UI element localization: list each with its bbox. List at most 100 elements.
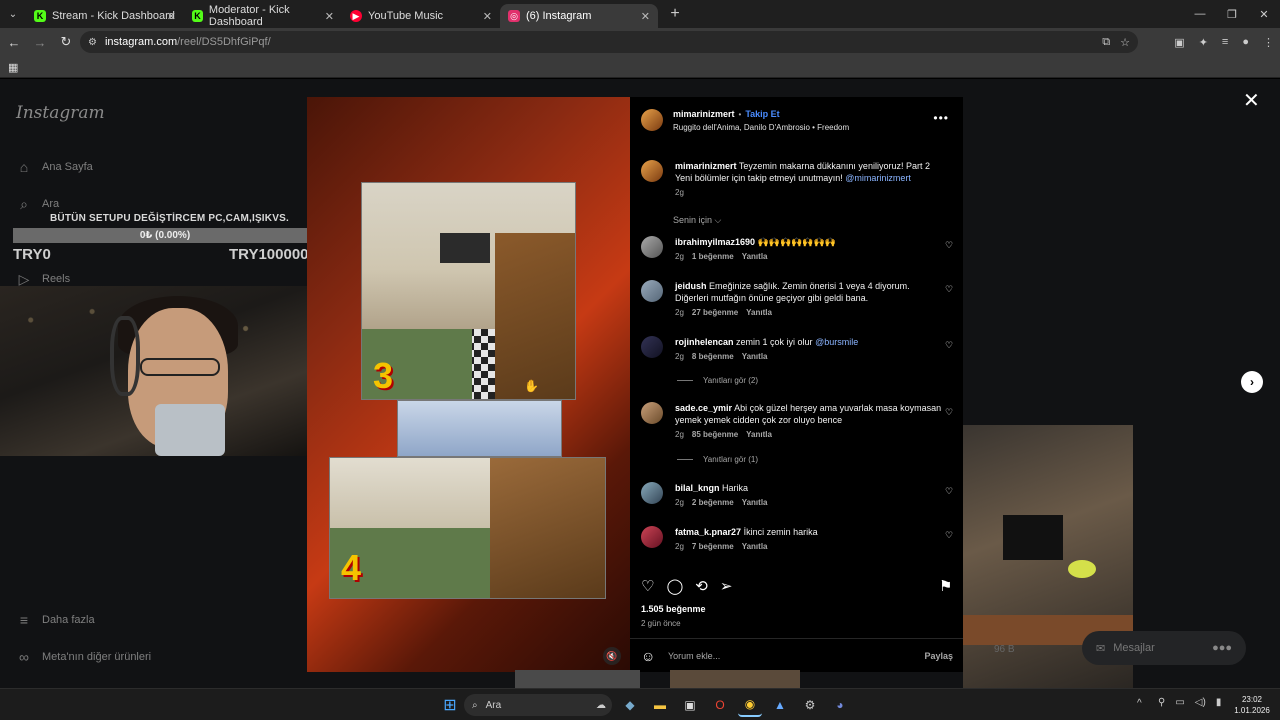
- commenter-avatar[interactable]: [641, 402, 663, 424]
- commenter-avatar[interactable]: [641, 482, 663, 504]
- sidebar-item-meta[interactable]: ∞ Meta'nın diğer ürünleri: [16, 649, 151, 665]
- comment-username[interactable]: jeidush: [675, 281, 707, 291]
- file-explorer-icon[interactable]: ▬: [648, 693, 672, 717]
- back-icon[interactable]: ←: [2, 30, 26, 54]
- instagram-logo[interactable]: Instagram: [16, 103, 105, 123]
- reload-icon[interactable]: ↻: [54, 30, 78, 54]
- emoji-icon[interactable]: ☺: [641, 648, 655, 664]
- discord-icon[interactable]: ◕: [828, 693, 852, 717]
- like-count[interactable]: 1.505 beğenme: [641, 604, 706, 614]
- follow-button[interactable]: Takip Et: [745, 109, 779, 119]
- show-hidden-icons[interactable]: ^: [1137, 698, 1142, 709]
- extensions-icon[interactable]: ✦: [1199, 36, 1208, 49]
- view-replies-button[interactable]: Yanıtları gör (1): [677, 455, 758, 464]
- commenter-avatar[interactable]: [641, 526, 663, 548]
- like-comment-icon[interactable]: ♡: [945, 340, 953, 351]
- messages-button[interactable]: ✉ Mesajlar ●●●: [1082, 631, 1246, 665]
- post-comment-button[interactable]: Paylaş: [924, 651, 953, 661]
- close-tab-icon[interactable]: ✕: [641, 10, 650, 23]
- author-avatar[interactable]: [641, 160, 663, 182]
- apps-grid-icon[interactable]: ▦: [8, 61, 18, 74]
- like-comment-icon[interactable]: ♡: [945, 284, 953, 295]
- comment-likes[interactable]: 8 beğenme: [692, 352, 734, 361]
- windows-start-icon[interactable]: ⊞: [438, 693, 462, 717]
- comment-username[interactable]: rojinhelencan: [675, 337, 734, 347]
- bookmark-star-icon[interactable]: ☆: [1120, 36, 1130, 49]
- reply-button[interactable]: Yanıtla: [742, 498, 768, 507]
- share-icon[interactable]: ➢: [720, 577, 733, 595]
- battery-icon[interactable]: ▮: [1216, 697, 1222, 708]
- media-icon[interactable]: ≡: [1222, 36, 1228, 48]
- next-reel-icon[interactable]: ›: [1241, 371, 1263, 393]
- close-tab-icon[interactable]: ✕: [167, 10, 176, 23]
- commenter-avatar[interactable]: [641, 336, 663, 358]
- profile-icon[interactable]: ●: [1242, 36, 1249, 48]
- close-tab-icon[interactable]: ✕: [325, 10, 334, 23]
- comment-likes[interactable]: 1 beğenme: [692, 252, 734, 261]
- translate-icon[interactable]: ▣: [1174, 36, 1184, 49]
- comment-username[interactable]: sade.ce_ymir: [675, 403, 732, 413]
- comment-likes[interactable]: 2 beğenme: [692, 498, 734, 507]
- minimize-icon[interactable]: —: [1184, 0, 1216, 28]
- comment-mention[interactable]: @bursmile: [815, 337, 858, 347]
- opera-icon[interactable]: O: [708, 693, 732, 717]
- clock[interactable]: 23:02 1.01.2026: [1232, 694, 1272, 716]
- restore-icon[interactable]: ❐: [1216, 0, 1248, 28]
- commenter-avatar[interactable]: [641, 236, 663, 258]
- install-app-icon[interactable]: ⧉: [1102, 36, 1110, 49]
- copilot-icon[interactable]: ◆: [618, 693, 642, 717]
- url-field[interactable]: ⚙ instagram.com /reel/DS5DhfGiPqf/ ⧉ ☆: [80, 31, 1138, 53]
- tab-kick-stream[interactable]: K Stream - Kick Dashboard ✕: [26, 4, 184, 28]
- view-replies-button[interactable]: Yanıtları gör (2): [677, 376, 758, 385]
- browser-menu-icon[interactable]: ⋮: [1263, 36, 1274, 49]
- tab-kick-moderator[interactable]: K Moderator - Kick Dashboard ✕: [184, 4, 342, 28]
- reply-button[interactable]: Yanıtla: [742, 352, 768, 361]
- comment-likes[interactable]: 85 beğenme: [692, 430, 738, 439]
- audio-info[interactable]: Ruggito dell'Anima, Danilo D'Ambrosio • …: [673, 123, 849, 132]
- comment-username[interactable]: fatma_k.pnar27: [675, 527, 741, 537]
- network-icon[interactable]: ▭: [1175, 697, 1184, 708]
- close-tab-icon[interactable]: ✕: [483, 10, 492, 23]
- comment-likes[interactable]: 27 beğenme: [692, 308, 738, 317]
- volume-icon[interactable]: ◁): [1195, 697, 1206, 708]
- store-icon[interactable]: ▣: [678, 693, 702, 717]
- close-icon[interactable]: ✕: [1243, 91, 1260, 111]
- site-info-icon[interactable]: ⚙: [88, 37, 97, 48]
- sidebar-item-reels[interactable]: ▷ Reels: [16, 271, 71, 287]
- forward-icon[interactable]: →: [28, 30, 52, 54]
- reel-thumbnail[interactable]: [670, 670, 800, 688]
- caption-mention[interactable]: @mimarinizmert: [845, 173, 911, 183]
- reply-button[interactable]: Yanıtla: [746, 308, 772, 317]
- mute-icon[interactable]: 🔇: [603, 647, 621, 665]
- author-avatar[interactable]: [641, 109, 663, 131]
- sort-dropdown[interactable]: Senin için ⌵: [673, 215, 721, 226]
- like-icon[interactable]: ♡: [641, 577, 654, 595]
- comment-input[interactable]: Yorum ekle...: [668, 651, 720, 661]
- commenter-avatar[interactable]: [641, 280, 663, 302]
- comment-icon[interactable]: ◯: [666, 577, 683, 595]
- reply-button[interactable]: Yanıtla: [742, 252, 768, 261]
- usb-icon[interactable]: ⚲: [1158, 697, 1165, 708]
- comment-username[interactable]: ibrahimyilmaz1690: [675, 237, 755, 247]
- sidebar-item-search[interactable]: ⌕ Ara: [16, 196, 59, 212]
- chrome-icon[interactable]: ◉: [738, 693, 762, 717]
- sidebar-item-more[interactable]: ≡ Daha fazla: [16, 612, 95, 628]
- caption-username[interactable]: mimarinizmert: [675, 161, 737, 171]
- save-icon[interactable]: ⚑: [939, 577, 952, 595]
- tab-instagram[interactable]: ◎ (6) Instagram ✕: [500, 4, 658, 28]
- tab-youtube-music[interactable]: ▶ YouTube Music ✕: [342, 4, 500, 28]
- reply-button[interactable]: Yanıtla: [746, 430, 772, 439]
- photos-icon[interactable]: ▲: [768, 693, 792, 717]
- new-tab-button[interactable]: +: [664, 3, 686, 25]
- like-comment-icon[interactable]: ♡: [945, 530, 953, 541]
- reply-button[interactable]: Yanıtla: [742, 542, 768, 551]
- sidebar-item-home[interactable]: ⌂ Ana Sayfa: [16, 159, 93, 175]
- taskbar-search[interactable]: ⌕ Ara ☁: [464, 694, 612, 716]
- comment-username[interactable]: bilal_kngn: [675, 483, 720, 493]
- reel-video[interactable]: ✋ 3 4 🔇: [307, 97, 630, 672]
- reel-thumbnail[interactable]: [515, 670, 640, 688]
- tab-search-button[interactable]: ⌄: [0, 0, 26, 28]
- comment-likes[interactable]: 7 beğenme: [692, 542, 734, 551]
- like-comment-icon[interactable]: ♡: [945, 407, 953, 418]
- repost-icon[interactable]: ⟲: [695, 577, 708, 595]
